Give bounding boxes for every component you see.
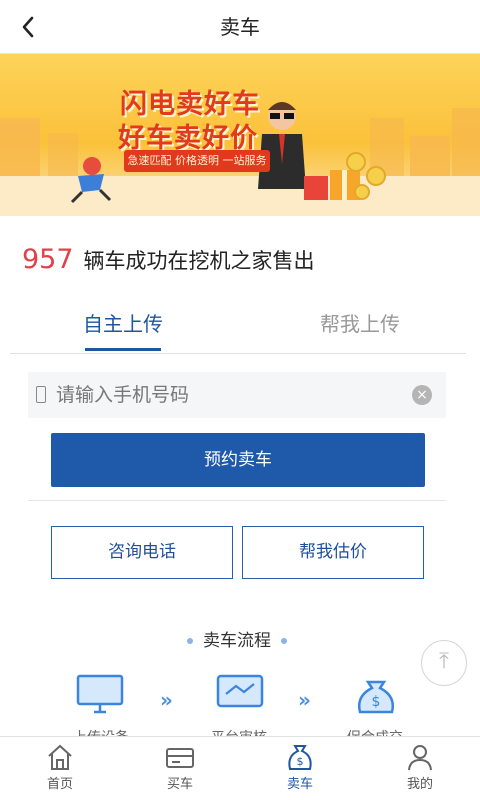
tab-help-upload[interactable]: 帮我上传 <box>280 300 440 354</box>
process-title-row: 卖车流程 <box>0 626 474 651</box>
upload-tabs: 自主上传 帮我上传 <box>10 300 466 354</box>
clear-icon[interactable]: × <box>412 385 432 405</box>
tabbar-label: 买车 <box>166 777 193 792</box>
monitor-icon <box>72 672 128 718</box>
process-title: 卖车流程 <box>203 631 271 651</box>
bottom-tab-bar: 首页 买车 $ 卖车 我的 <box>0 736 480 800</box>
screen-check-icon <box>212 672 268 718</box>
step-label: 平台审核 <box>184 727 294 736</box>
dot-icon <box>187 638 193 644</box>
book-sell-button[interactable]: 预约卖车 <box>51 433 425 487</box>
dot-icon <box>281 638 287 644</box>
coins-illustration <box>346 152 386 200</box>
sold-count: 957 <box>22 244 74 275</box>
arrow-up-icon: ⤒ <box>439 649 449 674</box>
money-bag-icon: $ <box>284 743 316 771</box>
step-label: 促合成交 <box>320 727 430 736</box>
divider <box>28 500 446 501</box>
home-icon <box>44 743 76 771</box>
runner-illustration <box>70 157 112 204</box>
money-bag-icon: $ <box>352 672 400 722</box>
phone-input-row: × <box>28 372 446 418</box>
consult-phone-button[interactable]: 咨询电话 <box>51 526 233 579</box>
phone-icon <box>36 386 46 403</box>
sold-count-line: 957 辆车成功在挖机之家售出 <box>22 244 315 280</box>
back-to-top-button[interactable]: ⤒ <box>421 640 467 686</box>
user-icon <box>404 743 436 771</box>
step-arrow-icon: » <box>160 688 173 712</box>
tabbar-item-buy[interactable]: 买车 <box>120 737 240 800</box>
tabbar-label: 卖车 <box>286 777 313 792</box>
tabbar-item-sell[interactable]: $ 卖车 <box>240 737 360 800</box>
promo-banner[interactable]: 闪电卖好车 好车卖好价 急速匹配 价格透明 一站服务 <box>0 54 480 216</box>
tabbar-label: 首页 <box>46 777 73 792</box>
phone-input[interactable] <box>56 372 406 418</box>
estimate-price-button[interactable]: 帮我估价 <box>242 526 424 579</box>
svg-text:$: $ <box>297 755 304 768</box>
tab-self-upload[interactable]: 自主上传 <box>60 300 186 354</box>
tabbar-item-mine[interactable]: 我的 <box>360 737 480 800</box>
page-title: 卖车 <box>220 15 260 39</box>
sold-count-text: 辆车成功在挖机之家售出 <box>83 249 315 273</box>
tabbar-item-home[interactable]: 首页 <box>0 737 120 800</box>
svg-text:$: $ <box>372 694 381 710</box>
active-tab-indicator <box>85 348 161 351</box>
top-nav-bar: 卖车 <box>0 0 480 54</box>
tabbar-label: 我的 <box>406 777 433 792</box>
step-label: 上传设备 <box>46 727 156 736</box>
step-arrow-icon: » <box>298 688 311 712</box>
truck-card-icon <box>164 743 196 771</box>
banner-ribbon: 急速匹配 价格透明 一站服务 <box>124 150 270 172</box>
